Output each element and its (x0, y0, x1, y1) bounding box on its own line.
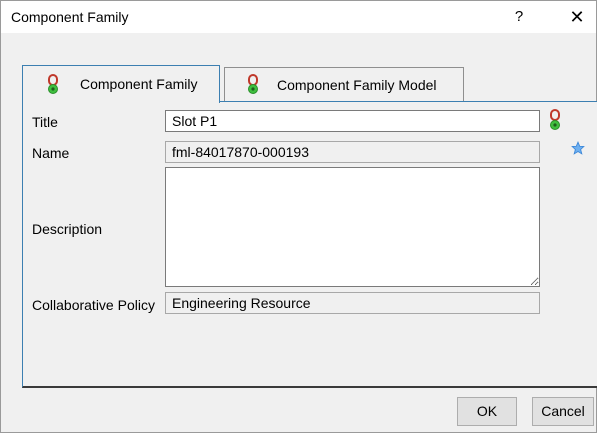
component-family-dialog: Component Family ? ✕ Component Family Co… (0, 0, 597, 433)
window-title: Component Family (11, 9, 129, 25)
star-icon[interactable] (571, 141, 585, 158)
policy-label: Collaborative Policy (32, 297, 155, 313)
policy-field[interactable] (165, 292, 540, 314)
close-button[interactable]: ✕ (560, 1, 594, 33)
name-label: Name (32, 145, 70, 161)
tab-label: Component Family (80, 76, 198, 92)
traffic-light-icon (46, 74, 60, 97)
description-label: Description (32, 221, 103, 237)
title-label: Title (32, 114, 58, 130)
help-button[interactable]: ? (504, 1, 534, 33)
traffic-light-icon (548, 109, 562, 134)
cancel-button[interactable]: Cancel (532, 397, 594, 426)
tab-component-family[interactable]: Component Family (22, 65, 220, 103)
title-input[interactable] (165, 110, 540, 132)
traffic-light-icon (246, 74, 260, 97)
title-bar: Component Family ? ✕ (1, 1, 596, 33)
description-textarea[interactable] (165, 167, 540, 287)
tab-label: Component Family Model (277, 77, 437, 93)
ok-button[interactable]: OK (457, 397, 517, 426)
tab-component-family-model[interactable]: Component Family Model (224, 67, 464, 101)
name-field[interactable] (165, 141, 540, 163)
